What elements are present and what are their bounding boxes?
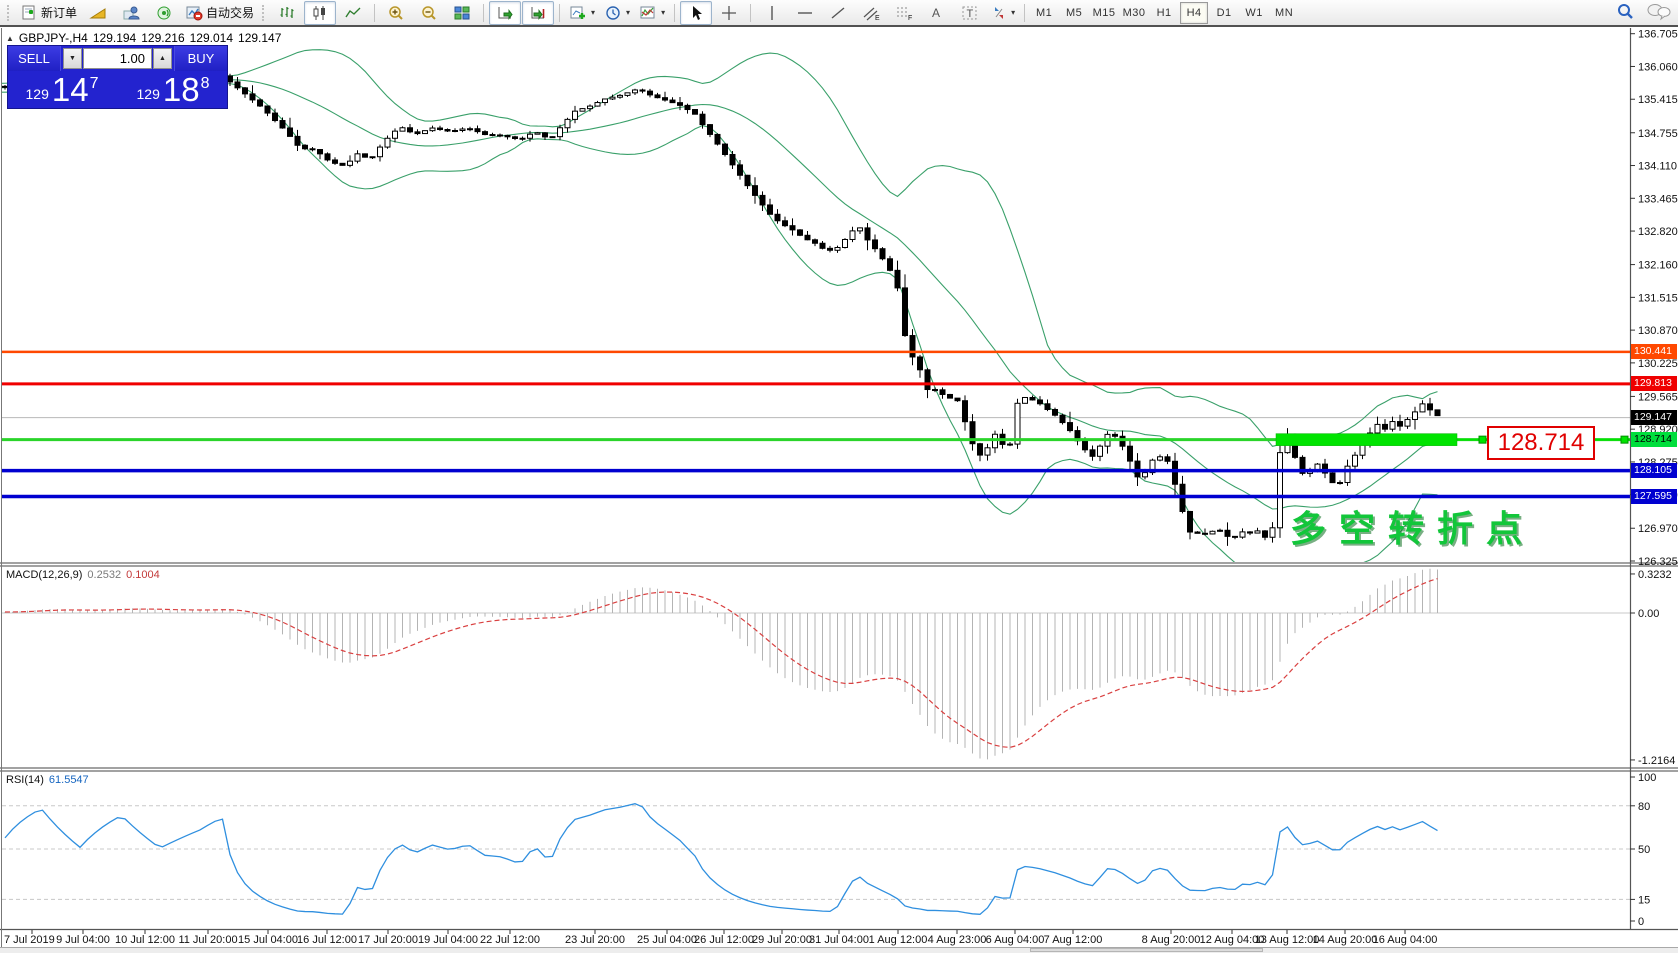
price-tick-label: 126.970 (1638, 523, 1678, 535)
date-tick-label[interactable]: 7 Jul 2019 (4, 934, 55, 946)
volume-decrease-button[interactable]: ▼ (63, 48, 82, 69)
sell-price-big: 14 (52, 75, 89, 105)
ohlc-low: 129.014 (190, 31, 233, 45)
rsi-tick-label: 100 (1638, 772, 1656, 784)
macd-signal-value: 0.1004 (126, 569, 160, 581)
sell-price-prefix: 129 (26, 86, 49, 102)
date-tick-label[interactable]: 25 Jul 04:00 (637, 934, 697, 946)
axis-price-badge: 128.105 (1631, 463, 1677, 478)
one-click-trade-panel: SELL ▼ 1.00 ▲ BUY 129 14 7 129 18 8 (7, 45, 228, 109)
date-tick-label[interactable]: 31 Jul 04:00 (809, 934, 869, 946)
date-tick-label[interactable]: 4 Aug 23:00 (928, 934, 987, 946)
price-tick-label: 131.515 (1638, 292, 1678, 304)
price-tick-label: 130.225 (1638, 358, 1678, 370)
rsi-tick-label: 50 (1638, 844, 1650, 856)
chart-canvas[interactable]: 136.705 136.060 135.415 134.755 134.110 133.4… (0, 0, 1678, 953)
date-tick-label[interactable]: 29 Jul 20:00 (752, 934, 812, 946)
price-tick-label: 132.160 (1638, 260, 1678, 272)
collapse-triangle-icon[interactable]: ▲ (6, 34, 14, 43)
horizontal-scrollbar[interactable] (0, 947, 1678, 953)
symbol-name: GBPJPY-,H4 (19, 31, 88, 45)
sell-price-sup: 7 (90, 75, 99, 93)
rsi-pane-label: RSI(14) 61.5547 (6, 774, 89, 786)
buy-price-prefix: 129 (137, 86, 160, 102)
price-tick-label: 130.870 (1638, 325, 1678, 337)
ohlc-open: 129.194 (93, 31, 136, 45)
macd-tick-label: 0.3232 (1638, 569, 1672, 581)
axis-price-badge: 128.714 (1631, 432, 1677, 447)
rsi-label: RSI(14) (6, 774, 44, 786)
date-tick-label[interactable]: 16 Aug 04:00 (1373, 934, 1438, 946)
date-tick-label[interactable]: 22 Jul 12:00 (480, 934, 540, 946)
date-tick-label[interactable]: 6 Aug 04:00 (986, 934, 1045, 946)
price-tick-label: 134.110 (1638, 161, 1677, 173)
price-tick-label: 132.820 (1638, 226, 1678, 238)
price-tick-label: 136.060 (1638, 61, 1678, 73)
buy-price-big: 18 (163, 75, 200, 105)
date-tick-label[interactable]: 8 Aug 20:00 (1142, 934, 1201, 946)
macd-tick-label: 0.00 (1638, 608, 1659, 620)
rsi-tick-label: 0 (1638, 916, 1644, 928)
axis-price-badge: 129.813 (1631, 376, 1677, 391)
macd-tick-label: -1.2164 (1638, 755, 1675, 767)
date-tick-label[interactable]: 15 Jul 04:00 (238, 934, 298, 946)
date-tick-label[interactable]: 14 Aug 20:00 (1313, 934, 1378, 946)
axis-price-badge: 127.595 (1631, 489, 1677, 504)
date-tick-label[interactable]: 17 Jul 20:00 (358, 934, 418, 946)
chart-annotation-text[interactable]: 多空转折点 (1290, 500, 1535, 552)
axis-price-badge: 130.441 (1631, 344, 1677, 359)
volume-input[interactable]: 1.00 (83, 48, 152, 69)
ohlc-close: 129.147 (238, 31, 281, 45)
symbol-header: ▲ GBPJPY-,H4 129.194 129.216 129.014 129… (6, 31, 281, 45)
macd-hist-value: 0.2532 (87, 569, 121, 581)
buy-price-sup: 8 (201, 75, 210, 93)
price-tick-label: 134.755 (1638, 128, 1678, 140)
date-tick-label[interactable]: 19 Jul 04:00 (418, 934, 478, 946)
price-tick-label: 126.325 (1638, 556, 1678, 568)
date-tick-label[interactable]: 13 Aug 12:00 (1255, 934, 1320, 946)
date-tick-label[interactable]: 7 Aug 12:00 (1044, 934, 1103, 946)
date-tick-label[interactable]: 1 Aug 12:00 (869, 934, 928, 946)
date-tick-label[interactable]: 26 Jul 12:00 (694, 934, 754, 946)
rsi-tick-label: 15 (1638, 894, 1650, 906)
volume-control: ▼ 1.00 ▲ (61, 46, 174, 71)
date-tick-label[interactable]: 16 Jul 12:00 (297, 934, 357, 946)
macd-label: MACD(12,26,9) (6, 569, 82, 581)
axis-price-badge: 129.147 (1631, 410, 1677, 425)
date-tick-label[interactable]: 23 Jul 20:00 (565, 934, 625, 946)
date-tick-label[interactable]: 10 Jul 12:00 (115, 934, 175, 946)
macd-pane-label: MACD(12,26,9) 0.2532 0.1004 (6, 569, 160, 581)
price-callout-box[interactable]: 128.714 (1487, 426, 1595, 460)
rsi-tick-label: 80 (1638, 801, 1650, 813)
price-tick-label: 129.565 (1638, 391, 1678, 403)
buy-price[interactable]: 129 18 8 (119, 71, 227, 108)
price-tick-label: 135.415 (1638, 94, 1678, 106)
sell-price[interactable]: 129 14 7 (8, 71, 116, 108)
ohlc-high: 129.216 (141, 31, 184, 45)
volume-increase-button[interactable]: ▲ (153, 48, 172, 69)
date-tick-label[interactable]: 11 Jul 20:00 (178, 934, 237, 946)
date-tick-label[interactable]: 9 Jul 04:00 (56, 934, 110, 946)
rsi-value: 61.5547 (49, 774, 89, 786)
sell-button[interactable]: SELL (8, 46, 61, 71)
price-tick-label: 136.705 (1638, 29, 1678, 41)
mt4-window: 新订单 自动交易 (0, 0, 1678, 953)
scrollbar-thumb[interactable] (1030, 948, 1263, 952)
price-tick-label: 133.465 (1638, 193, 1678, 205)
buy-button[interactable]: BUY (174, 46, 227, 71)
